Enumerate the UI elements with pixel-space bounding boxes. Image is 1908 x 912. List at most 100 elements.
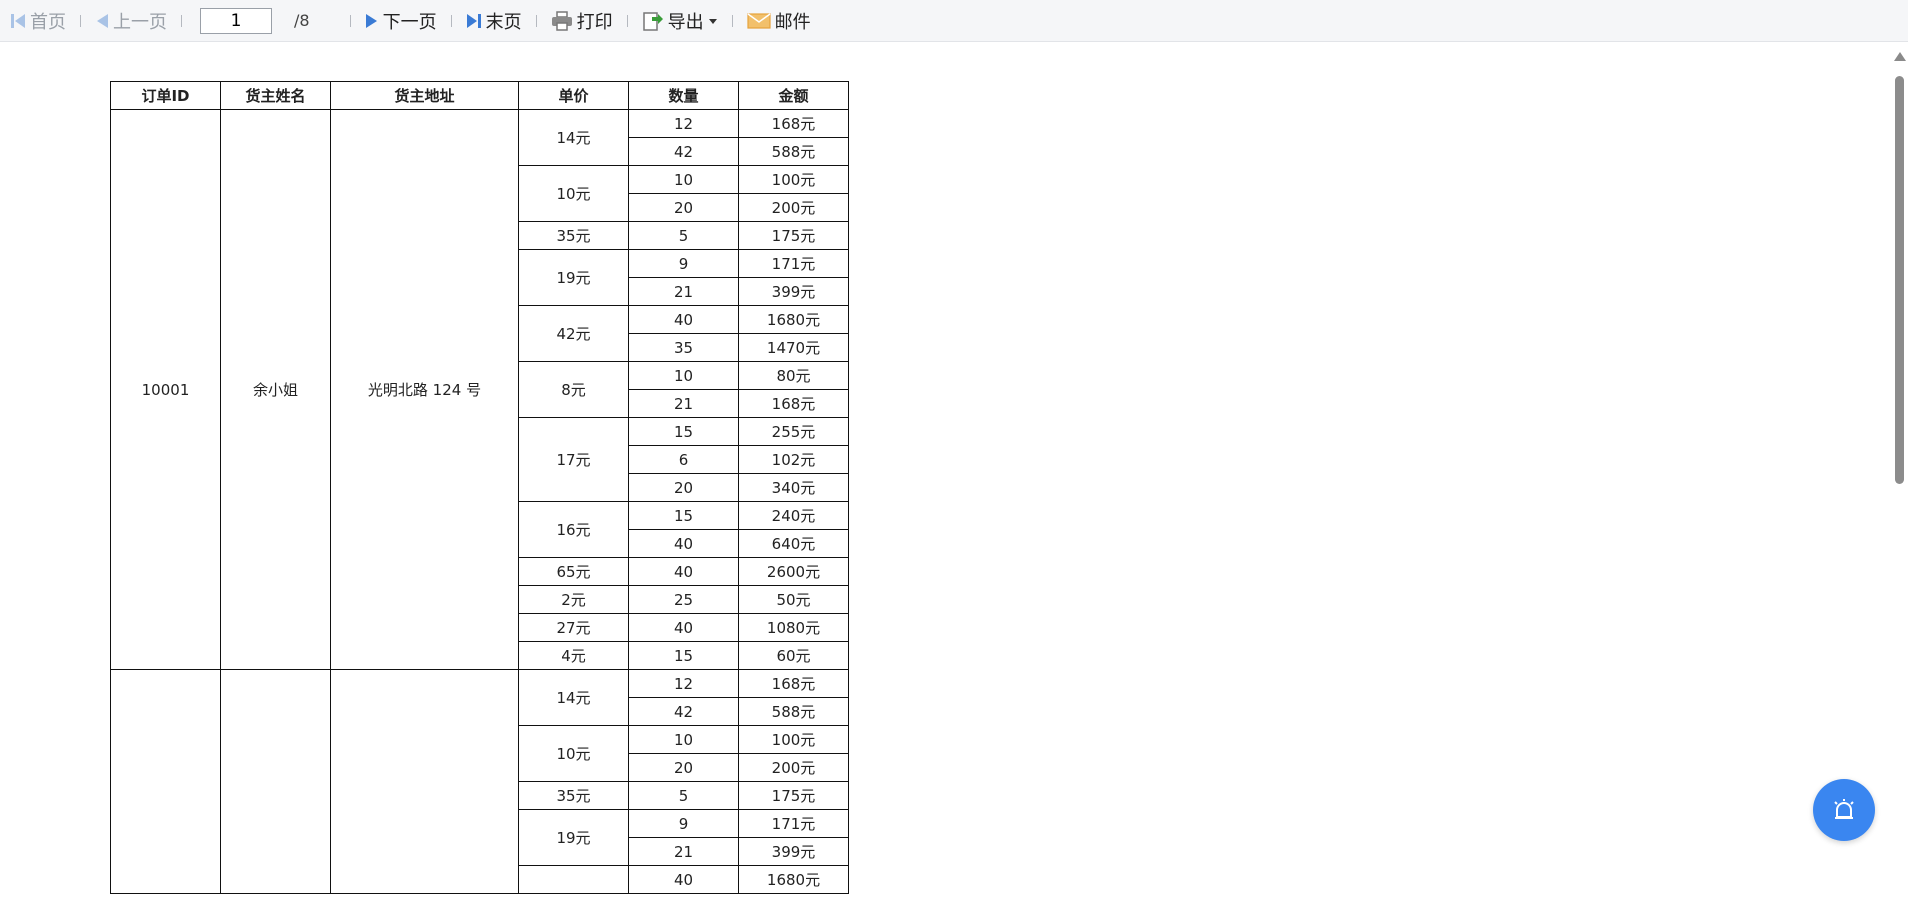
order-id-cell: 10001 [110, 109, 221, 670]
order-table: 订单ID 货主姓名 货主地址 单价 数量 金额 10001 余小姐 光明北路 124… [110, 81, 849, 894]
toolbar-separator [535, 14, 537, 27]
quantity-cell: 9 [628, 809, 739, 838]
shipper-name-cell: 余小姐 [220, 109, 331, 670]
export-label: 导出 [667, 11, 704, 33]
unit-price-cell: 14元 [518, 109, 629, 166]
quantity-cell: 21 [628, 837, 739, 866]
next-page-icon [365, 12, 379, 30]
next-page-label: 下一页 [382, 11, 437, 33]
quantity-cell: 20 [628, 753, 739, 782]
first-page-icon [10, 12, 26, 30]
quantity-cell: 40 [628, 529, 739, 558]
unit-price-cell: 16元 [518, 501, 629, 558]
amount-cell: 2600元 [738, 557, 849, 586]
mail-icon [746, 12, 771, 30]
quantity-cell: 15 [628, 501, 739, 530]
order-id-cell [110, 669, 221, 894]
amount-cell: 168元 [738, 389, 849, 418]
quantity-cell: 21 [628, 389, 739, 418]
floating-alarm-button[interactable] [1813, 779, 1875, 841]
prev-page-label: 上一页 [113, 11, 167, 33]
amount-cell: 175元 [738, 221, 849, 250]
print-label: 打印 [576, 11, 613, 33]
header-quantity: 数量 [628, 81, 739, 110]
scrollbar-thumb[interactable] [1895, 76, 1904, 484]
quantity-cell: 15 [628, 641, 739, 670]
print-button[interactable]: 打印 [547, 6, 617, 36]
amount-cell: 1470元 [738, 333, 849, 362]
unit-price-cell: 8元 [518, 361, 629, 418]
amount-cell: 1680元 [738, 865, 849, 894]
amount-cell: 1680元 [738, 305, 849, 334]
table-header-row: 订单ID 货主姓名 货主地址 单价 数量 金额 [110, 81, 849, 110]
shipper-name-cell [220, 669, 331, 894]
quantity-cell: 12 [628, 109, 739, 138]
header-shipper-name: 货主姓名 [220, 81, 331, 110]
amount-cell: 102元 [738, 445, 849, 474]
unit-price-cell: 19元 [518, 809, 629, 866]
header-order-id: 订单ID [110, 81, 221, 110]
export-button[interactable]: 导出 [638, 6, 722, 36]
page-number-input[interactable] [200, 7, 272, 34]
mail-button[interactable]: 邮件 [743, 6, 815, 36]
mail-label: 邮件 [774, 11, 811, 33]
toolbar-separator [626, 14, 628, 27]
last-page-button[interactable]: 末页 [462, 6, 526, 36]
toolbar-separator [349, 14, 351, 27]
quantity-cell: 40 [628, 613, 739, 642]
amount-cell: 100元 [738, 165, 849, 194]
first-page-label: 首页 [30, 11, 66, 33]
header-amount: 金额 [738, 81, 849, 110]
unit-price-cell: 14元 [518, 669, 629, 726]
unit-price-cell: 35元 [518, 781, 629, 810]
header-shipper-address: 货主地址 [330, 81, 519, 110]
export-icon [642, 10, 664, 32]
amount-cell: 80元 [738, 361, 849, 390]
next-page-button[interactable]: 下一页 [361, 6, 441, 36]
unit-price-cell: 2元 [518, 585, 629, 614]
header-unit-price: 单价 [518, 81, 629, 110]
amount-cell: 50元 [738, 585, 849, 614]
toolbar-separator [80, 14, 81, 27]
toolbar-separator [450, 14, 452, 27]
amount-cell: 171元 [738, 249, 849, 278]
amount-cell: 200元 [738, 193, 849, 222]
last-page-label: 末页 [485, 11, 522, 33]
amount-cell: 588元 [738, 697, 849, 726]
quantity-cell: 5 [628, 221, 739, 250]
caret-down-icon [708, 17, 718, 25]
prev-page-button[interactable]: 上一页 [91, 6, 171, 36]
amount-cell: 640元 [738, 529, 849, 558]
unit-price-cell: 17元 [518, 417, 629, 502]
last-page-icon [466, 12, 482, 30]
quantity-cell: 10 [628, 165, 739, 194]
amount-cell: 399元 [738, 277, 849, 306]
quantity-cell: 20 [628, 193, 739, 222]
toolbar-separator [731, 14, 733, 27]
unit-price-cell: 65元 [518, 557, 629, 586]
unit-price-cell [518, 865, 629, 894]
amount-cell: 1080元 [738, 613, 849, 642]
report-toolbar: 首页 上一页 /8 下一页 末页 打印 导出 [0, 0, 1908, 42]
amount-cell: 171元 [738, 809, 849, 838]
quantity-cell: 12 [628, 669, 739, 698]
table-body: 10001 余小姐 光明北路 124 号 14元 12 168元 42 588元 10元 10 10… [110, 109, 849, 894]
vertical-scrollbar[interactable] [1890, 52, 1908, 912]
shipper-address-cell [330, 669, 519, 894]
quantity-cell: 10 [628, 725, 739, 754]
printer-icon [551, 10, 573, 31]
toolbar-separator [181, 14, 182, 27]
scroll-up-arrow-icon[interactable] [1894, 52, 1906, 61]
quantity-cell: 5 [628, 781, 739, 810]
quantity-cell: 40 [628, 865, 739, 894]
quantity-cell: 15 [628, 417, 739, 446]
unit-price-cell: 10元 [518, 165, 629, 222]
prev-page-icon [95, 12, 109, 30]
amount-cell: 588元 [738, 137, 849, 166]
first-page-button[interactable]: 首页 [6, 6, 70, 36]
amount-cell: 200元 [738, 753, 849, 782]
amount-cell: 168元 [738, 669, 849, 698]
shipper-address-cell: 光明北路 124 号 [330, 109, 519, 670]
amount-cell: 100元 [738, 725, 849, 754]
table-row: 10001 余小姐 光明北路 124 号 14元 12 168元 [110, 109, 849, 670]
